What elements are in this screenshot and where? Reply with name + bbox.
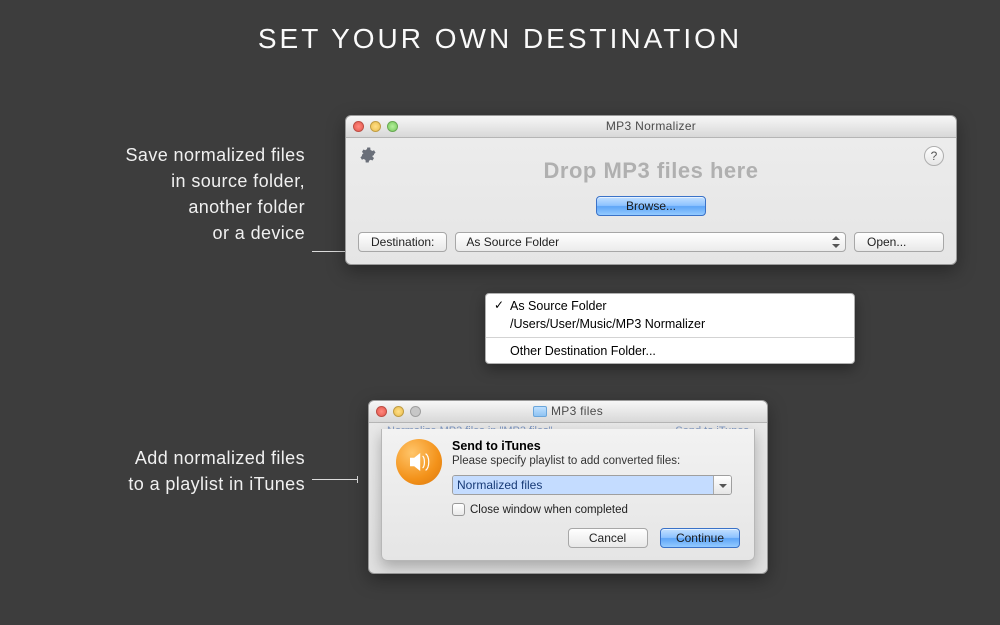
itunes-sheet: Send to iTunes Please specify playlist t… xyxy=(381,429,755,561)
select-arrows-icon xyxy=(832,236,840,248)
browse-button[interactable]: Browse... xyxy=(596,196,706,216)
help-button[interactable]: ? xyxy=(924,146,944,166)
destination-button[interactable]: Destination: xyxy=(358,232,447,252)
menu-item-other[interactable]: Other Destination Folder... xyxy=(486,342,854,360)
normalizer-window: MP3 Normalizer ? Drop MP3 files here Bro… xyxy=(345,115,957,265)
playlist-input[interactable]: Normalized files xyxy=(453,476,713,494)
menu-item-as-source[interactable]: As Source Folder xyxy=(486,297,854,315)
open-button[interactable]: Open... xyxy=(854,232,944,252)
caption-line: to a playlist in iTunes xyxy=(128,474,305,494)
destination-select-value: As Source Folder xyxy=(466,235,559,249)
mp3files-window: MP3 files Normalize MP3 files in "MP3 fi… xyxy=(368,400,768,574)
destination-select[interactable]: As Source Folder xyxy=(455,232,846,252)
caption-line: Add normalized files xyxy=(135,448,305,468)
folder-icon xyxy=(533,406,547,417)
window-title: MP3 files xyxy=(369,404,767,418)
close-when-done-label: Close window when completed xyxy=(470,504,628,516)
gear-icon[interactable] xyxy=(358,146,376,164)
window-titlebar[interactable]: MP3 files xyxy=(369,401,767,423)
pointer-line xyxy=(312,479,357,480)
drop-zone[interactable]: Drop MP3 files here xyxy=(358,158,944,184)
cancel-button[interactable]: Cancel xyxy=(568,528,648,548)
sheet-title: Send to iTunes xyxy=(452,439,740,453)
page-title: SET YOUR OWN DESTINATION xyxy=(0,23,1000,55)
playlist-combobox[interactable]: Normalized files xyxy=(452,475,732,495)
speaker-icon xyxy=(396,439,442,485)
combobox-dropdown-button[interactable] xyxy=(713,476,731,494)
window-title-text: MP3 files xyxy=(551,404,603,418)
caption-destination: Save normalized files in source folder, … xyxy=(35,142,305,246)
caption-line: or a device xyxy=(213,223,305,243)
menu-separator xyxy=(486,337,854,338)
continue-button[interactable]: Continue xyxy=(660,528,740,548)
destination-menu: As Source Folder /Users/User/Music/MP3 N… xyxy=(485,293,855,364)
caption-line: in source folder, xyxy=(171,171,305,191)
caption-line: another folder xyxy=(188,197,305,217)
sheet-message: Please specify playlist to add converted… xyxy=(452,455,740,467)
window-titlebar[interactable]: MP3 Normalizer xyxy=(346,116,956,138)
caption-itunes: Add normalized files to a playlist in iT… xyxy=(35,445,305,497)
window-title: MP3 Normalizer xyxy=(346,119,956,133)
close-when-done-checkbox[interactable] xyxy=(452,503,465,516)
menu-item-user-path[interactable]: /Users/User/Music/MP3 Normalizer xyxy=(486,315,854,333)
caption-line: Save normalized files xyxy=(126,145,305,165)
